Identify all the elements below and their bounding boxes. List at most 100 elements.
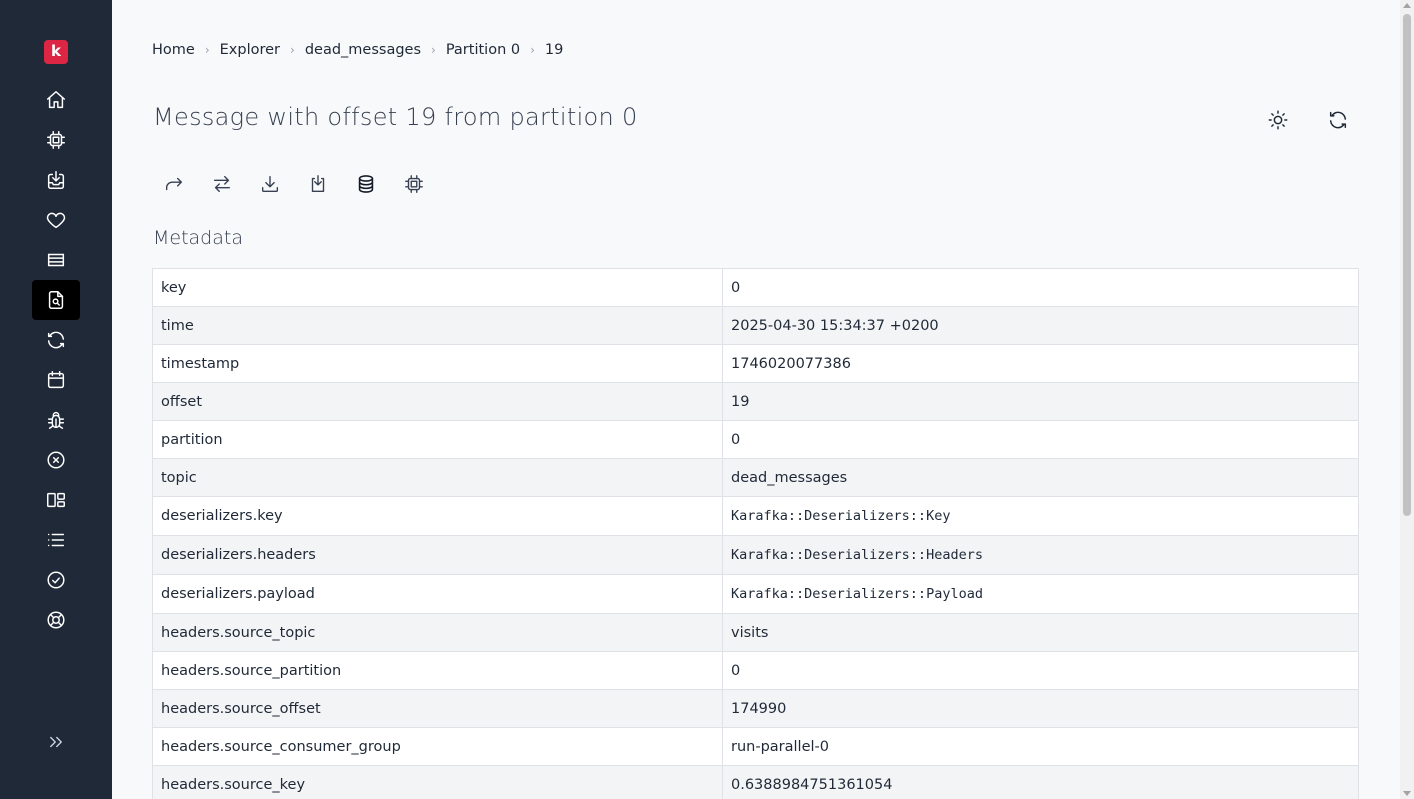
scroll-down-arrow-icon[interactable] (1403, 791, 1411, 796)
export-button[interactable] (306, 170, 330, 198)
refresh-button[interactable] (1324, 106, 1352, 134)
list-icon (47, 533, 65, 547)
database-button[interactable] (354, 170, 378, 198)
calendar-icon (47, 371, 65, 389)
chevron-double-right-icon (50, 736, 62, 748)
refresh-icon (47, 331, 65, 349)
refresh-icon (1329, 111, 1347, 129)
chevron-right-icon: › (530, 43, 535, 57)
chevron-right-icon: › (290, 43, 295, 57)
metadata-value: 19 (722, 382, 1359, 421)
page-title: Message with offset 19 from partition 0 (153, 103, 638, 131)
metadata-key: deserializers.headers (152, 535, 723, 575)
metadata-key: headers.source_offset (152, 689, 723, 728)
metadata-key: offset (152, 382, 723, 421)
inbox-download-icon (47, 171, 65, 189)
sun-icon (1268, 110, 1288, 130)
metadata-value: visits (722, 613, 1359, 652)
sidebar-item-consumers[interactable] (32, 120, 80, 160)
metadata-value: 0 (722, 420, 1359, 459)
breadcrumb-offset[interactable]: 19 (545, 42, 563, 58)
metadata-value: 174990 (722, 689, 1359, 728)
table-row: headers.source_topic visits (152, 613, 1359, 652)
sidebar-item-dashboard[interactable] (32, 80, 80, 120)
x-circle-icon (47, 451, 65, 469)
bug-icon (47, 412, 65, 429)
metadata-key: headers.source_topic (152, 613, 723, 652)
table-row: timestamp 1746020077386 (152, 344, 1359, 383)
republish-button[interactable] (162, 170, 186, 198)
metadata-key: headers.source_consumer_group (152, 727, 723, 766)
table-row: deserializers.key Karafka::Deserializers:… (152, 496, 1359, 536)
metadata-key: key (152, 268, 723, 307)
switch-icon (213, 175, 231, 193)
sidebar-item-health[interactable] (32, 200, 80, 240)
stack-icon (47, 253, 65, 267)
table-row: headers.source_partition 0 (152, 651, 1359, 690)
page-scrollbar[interactable] (1400, 0, 1414, 799)
sidebar-item-errors[interactable] (32, 400, 80, 440)
database-icon (358, 175, 374, 193)
main-content: Home › Explorer › dead_messages › Partit… (112, 0, 1400, 799)
processor-button[interactable] (402, 170, 426, 198)
sidebar-item-support[interactable] (32, 600, 80, 640)
check-badge-icon (47, 571, 65, 589)
breadcrumb-topic[interactable]: dead_messages (305, 42, 421, 58)
sidebar: k (0, 0, 112, 799)
message-toolbar (162, 170, 426, 198)
theme-toggle-button[interactable] (1264, 106, 1292, 134)
sidebar-item-jobs[interactable] (32, 160, 80, 200)
top-actions (1264, 106, 1352, 134)
metadata-key: headers.source_key (152, 765, 723, 799)
metadata-value: Karafka::Deserializers::Payload (722, 574, 1359, 614)
table-row: headers.source_key 0.6388984751361054 (152, 765, 1359, 799)
karafka-logo[interactable]: k (44, 40, 68, 64)
metadata-table: key 0 time 2025-04-30 15:34:37 +0200 timesta… (152, 268, 1359, 799)
metadata-value: dead_messages (722, 458, 1359, 497)
sidebar-item-explorer[interactable] (32, 280, 80, 320)
metadata-value: 0 (722, 651, 1359, 690)
chevron-right-icon: › (431, 43, 436, 57)
metadata-key: timestamp (152, 344, 723, 383)
metadata-value: 0.6388984751361054 (722, 765, 1359, 799)
document-search-icon (48, 291, 64, 309)
breadcrumb: Home › Explorer › dead_messages › Partit… (152, 40, 563, 60)
sidebar-item-topics[interactable] (32, 240, 80, 280)
metadata-key: topic (152, 458, 723, 497)
breadcrumb-home[interactable]: Home (152, 42, 195, 58)
metadata-key: headers.source_partition (152, 651, 723, 690)
metadata-value: run-parallel-0 (722, 727, 1359, 766)
metadata-value: Karafka::Deserializers::Key (722, 496, 1359, 536)
sidebar-item-recurring[interactable] (32, 320, 80, 360)
cpu-chip-icon (47, 131, 65, 149)
scrollbar-thumb[interactable] (1403, 14, 1411, 516)
metadata-key: partition (152, 420, 723, 459)
metadata-value: 1746020077386 (722, 344, 1359, 383)
sidebar-item-dead[interactable] (32, 440, 80, 480)
table-row: headers.source_offset 174990 (152, 689, 1359, 728)
sidebar-item-status[interactable] (32, 560, 80, 600)
metadata-value: Karafka::Deserializers::Headers (722, 535, 1359, 575)
scroll-up-arrow-icon[interactable] (1403, 3, 1411, 8)
dashboard-icon (47, 492, 65, 508)
sidebar-item-cluster[interactable] (32, 480, 80, 520)
metadata-key: deserializers.key (152, 496, 723, 536)
metadata-value: 2025-04-30 15:34:37 +0200 (722, 306, 1359, 345)
sidebar-collapse-button[interactable] (32, 722, 80, 762)
breadcrumb-explorer[interactable]: Explorer (220, 42, 280, 58)
sidebar-item-scheduled[interactable] (32, 360, 80, 400)
table-row: headers.source_consumer_group run-paralle… (152, 727, 1359, 766)
breadcrumb-partition[interactable]: Partition 0 (446, 42, 520, 58)
download-button[interactable] (258, 170, 282, 198)
home-icon (47, 91, 65, 109)
table-row: deserializers.headers Karafka::Deserializ… (152, 535, 1359, 575)
table-row: partition 0 (152, 420, 1359, 459)
republish-icon (165, 177, 183, 191)
metadata-key: time (152, 306, 723, 345)
export-icon (311, 175, 325, 193)
download-icon (261, 175, 279, 193)
sidebar-item-routing[interactable] (32, 520, 80, 560)
chevron-right-icon: › (204, 43, 210, 57)
switch-button[interactable] (210, 170, 234, 198)
table-row: topic dead_messages (152, 458, 1359, 497)
